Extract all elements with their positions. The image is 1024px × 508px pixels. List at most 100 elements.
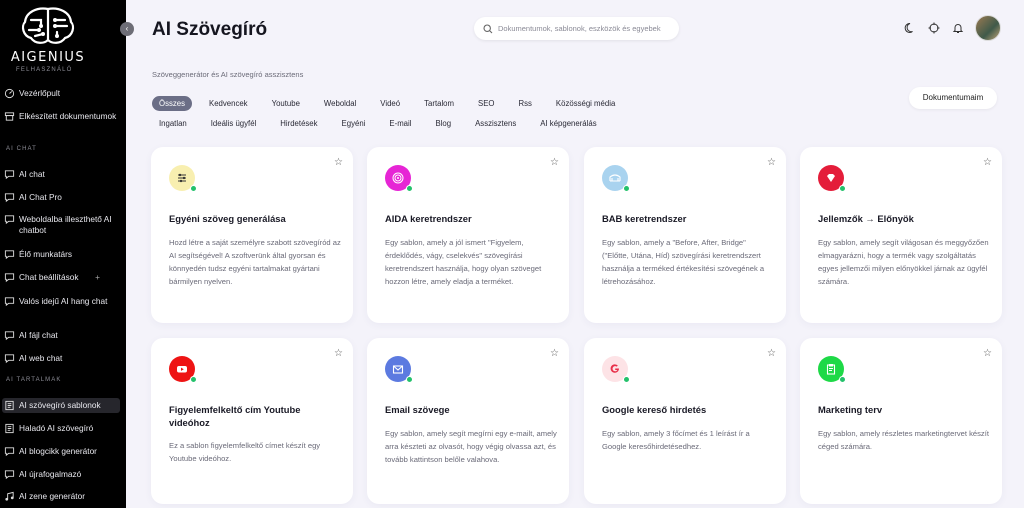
favorite-star-icon[interactable]: ☆ [550,157,559,168]
template-card[interactable]: ☆ Figyelemfelkeltő cím Youtube videóhoz … [151,338,353,504]
sidebar-item-dashboard[interactable]: Vezérlőpult [2,86,120,101]
user-role: FELHASZNÁLÓ [16,67,73,73]
template-card[interactable]: ☆ AIDA keretrendszer Egy sablon, amely a… [367,147,569,323]
tab-rss[interactable]: Rss [511,96,538,111]
user-avatar[interactable] [975,15,1001,41]
sidebar-item-advanced-writer[interactable]: Haladó AI szövegíró [2,421,120,436]
mail-icon [385,356,413,383]
tab-assistant[interactable]: Asszisztens [468,116,523,131]
sidebar-item-label: AI újrafogalmazó [19,469,82,479]
tab-favorites[interactable]: Kedvencek [202,96,255,111]
sidebar-item-label: Elkészített dokumentumok [19,111,117,121]
document-icon [5,400,14,411]
tab-email[interactable]: E-mail [382,116,418,131]
sidebar-item-label: AI szövegíró sablonok [19,400,101,410]
sidebar-item-web-chat[interactable]: AI web chat [2,351,120,366]
card-title: Google kereső hirdetés [602,404,707,415]
section-label-chat: AI CHAT [6,146,37,152]
card-title: Email szövege [385,404,450,415]
tab-seo[interactable]: SEO [471,96,501,111]
favorite-star-icon[interactable]: ☆ [334,157,343,168]
favorite-star-icon[interactable]: ☆ [767,157,776,168]
sidebar-item-music-generator[interactable]: AI zene generátor [2,489,120,504]
favorite-star-icon[interactable]: ☆ [550,348,559,359]
tab-all[interactable]: Összes [152,96,192,111]
card-description: Egy sablon, amely részletes marketingter… [818,429,989,452]
template-card[interactable]: ☆ Jellemzők → Előnyök Egy sablon, amely … [800,147,1002,323]
tab-content[interactable]: Tartalom [417,96,461,111]
sidebar-item-label: AI blogcikk generátor [19,446,97,456]
sidebar-item-file-chat[interactable]: AI fájl chat [2,328,120,343]
category-tabs-row-2: Ingatlan Ideális ügyfél Hirdetések Egyén… [152,116,614,131]
sidebar-collapse-button[interactable]: ‹ [120,22,134,36]
logo-text: AIGENIUS [10,50,86,65]
tab-video[interactable]: Videó [373,96,407,111]
sidebar-item-ai-chat-pro[interactable]: AI Chat Pro [2,190,120,205]
sidebar-item-blog-generator[interactable]: AI blogcikk generátor [2,444,120,459]
chat-icon [4,170,15,180]
tab-youtube[interactable]: Youtube [265,96,307,111]
tab-real-estate[interactable]: Ingatlan [152,116,194,131]
notification-bell-icon[interactable] [952,22,964,34]
section-label-content: AI TARTALMAK [6,377,62,383]
tab-website[interactable]: Weboldal [317,96,363,111]
favorite-star-icon[interactable]: ☆ [334,348,343,359]
sidebar-item-chat-settings[interactable]: Chat beállítások + [2,270,120,285]
tab-blog[interactable]: Blog [428,116,458,131]
chat-icon [4,273,15,283]
sidebar-item-label: AI web chat [19,353,63,363]
crosshair-icon[interactable] [928,22,940,34]
sidebar-item-label: Vezérlőpult [19,88,61,98]
sidebar-item-label: Chat beállítások [19,272,79,282]
card-description: Egy sablon, amely a "Before, After, Brid… [602,238,765,287]
sidebar-item-label: Valós idejű AI hang chat [19,296,108,306]
sidebar-item-live-agent[interactable]: Élő munkatárs [2,247,120,262]
document-icon [5,423,14,434]
card-title: Jellemzők → Előnyök [818,213,914,224]
brain-logo-icon [21,7,75,44]
card-title: Egyéni szöveg generálása [169,213,286,224]
tab-ads[interactable]: Hirdetések [273,116,324,131]
sliders-icon [169,165,197,192]
sidebar-item-documents[interactable]: Elkészített dokumentumok [2,109,120,124]
sidebar-item-ai-chat[interactable]: AI chat [2,167,120,182]
card-title: Marketing terv [818,404,883,415]
chat-icon [4,215,15,225]
chat-icon [4,250,15,260]
sidebar-item-embed-chatbot[interactable]: Weboldalba illeszthető AI chatbot [2,212,120,238]
tab-ideal-customer[interactable]: Ideális ügyfél [204,116,264,131]
sidebar-item-label: AI fájl chat [19,330,58,340]
diamond-icon [818,165,846,192]
search-bar[interactable] [474,17,679,40]
template-card[interactable]: ☆ Egyéni szöveg generálása Hozd létre a … [151,147,353,323]
template-card[interactable]: ☆ Email szövege Egy sablon, amely segít … [367,338,569,504]
sidebar-item-voice-chat[interactable]: Valós idejű AI hang chat [2,294,120,309]
tab-ai-image[interactable]: AI képgenerálás [533,116,603,131]
sidebar-item-label: Weboldalba illeszthető AI chatbot [19,214,112,235]
template-card[interactable]: ☆ Google kereső hirdetés Egy sablon, ame… [584,338,786,504]
favorite-star-icon[interactable]: ☆ [983,157,992,168]
card-title: AIDA keretrendszer [385,213,472,224]
my-documents-button[interactable]: Dokumentumaim [909,87,997,109]
favorite-star-icon[interactable]: ☆ [767,348,776,359]
template-card[interactable]: ☆ Marketing terv Egy sablon, amely részl… [800,338,1002,504]
sidebar: AIGENIUS FELHASZNÁLÓ Vezérlőpult Elkészí… [0,0,126,508]
sidebar-item-rewriter[interactable]: AI újrafogalmazó [2,467,120,482]
tab-social-media[interactable]: Közösségi média [549,96,622,111]
dark-mode-moon-icon[interactable] [904,22,916,34]
card-description: Hozd létre a saját személyre szabott szö… [169,238,341,287]
card-title: BAB keretrendszer [602,213,687,224]
card-description: Egy sablon, amely 3 főcímet és 1 leírást… [602,429,750,452]
logo[interactable]: AIGENIUS [0,6,126,70]
chat-icon [4,193,15,203]
expand-plus-icon[interactable]: + [95,272,100,283]
sidebar-item-copywriter-templates[interactable]: AI szövegíró sablonok [2,398,120,413]
favorite-star-icon[interactable]: ☆ [983,348,992,359]
bridge-icon [602,165,630,192]
card-description: Egy sablon, amely segít megírni egy e-ma… [385,429,557,465]
search-icon [483,23,493,33]
card-description: Ez a sablon figyelemfelkeltő címet készí… [169,441,321,464]
template-card[interactable]: ☆ BAB keretrendszer Egy sablon, amely a … [584,147,786,323]
tab-custom[interactable]: Egyéni [335,116,373,131]
search-input[interactable] [498,24,678,33]
